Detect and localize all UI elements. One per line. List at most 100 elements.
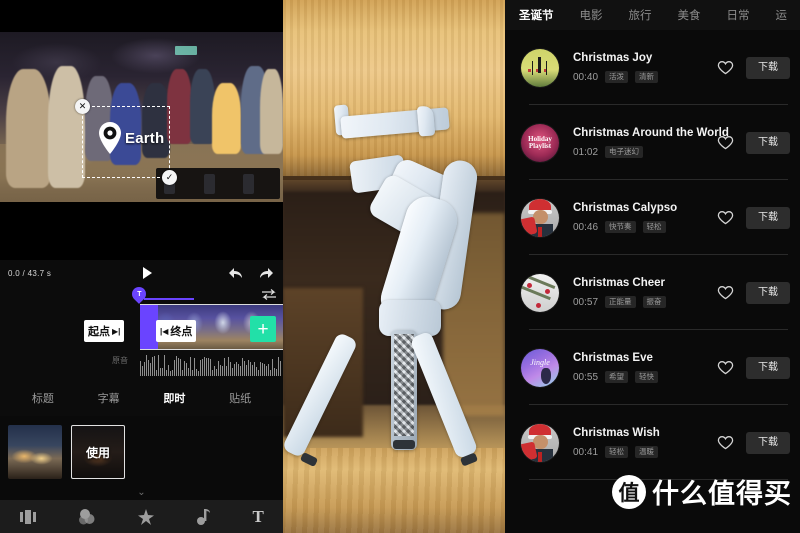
album-art[interactable]: [521, 198, 559, 237]
download-button[interactable]: 下载: [746, 56, 790, 79]
waveform-bar: [192, 369, 193, 376]
download-button[interactable]: 下载: [746, 281, 790, 304]
category-tab-4[interactable]: 日常: [727, 7, 750, 23]
category-tab-3[interactable]: 美食: [678, 7, 701, 23]
effect-thumbnail-selected[interactable]: 使用: [71, 425, 125, 479]
music-track-row[interactable]: Christmas Wish 00:41 轻松 温暖 下载: [505, 405, 800, 480]
add-clip-button[interactable]: +: [250, 316, 276, 342]
trim-start-handle[interactable]: 起点 ▶|: [84, 320, 125, 342]
waveform-bar: [180, 359, 181, 376]
waveform-bar: [154, 356, 155, 376]
text-clip-bar[interactable]: [144, 298, 194, 300]
track-tag[interactable]: 振奋: [642, 296, 666, 308]
waveform-bar: [232, 367, 233, 376]
track-subline: 00:57 正能量 振奋: [573, 296, 717, 308]
waveform-bar: [262, 362, 263, 376]
music-track-row[interactable]: Christmas Calypso 00:46 快节奏 轻松 下载: [505, 180, 800, 255]
heart-outline-icon[interactable]: [717, 210, 734, 225]
track-tag[interactable]: 电子迷幻: [605, 146, 644, 158]
waveform-bar: [264, 363, 265, 376]
track-tag[interactable]: 温暖: [635, 446, 659, 458]
download-button[interactable]: 下载: [746, 356, 790, 379]
waveform-bar: [240, 366, 241, 376]
heart-outline-icon[interactable]: [717, 435, 734, 450]
heart-outline-icon[interactable]: [717, 360, 734, 375]
download-button[interactable]: 下载: [746, 206, 790, 229]
category-tab-2[interactable]: 旅行: [629, 7, 652, 23]
track-tag[interactable]: 清新: [635, 71, 659, 83]
waveform-bar: [258, 369, 259, 376]
track-tag[interactable]: 快节奏: [605, 221, 636, 233]
undo-icon[interactable]: [227, 266, 243, 280]
track-title: Christmas Joy: [573, 52, 653, 65]
waveform-bar: [256, 367, 257, 376]
music-track-row[interactable]: Christmas Joy 00:40 活泼 清新 下载: [505, 30, 800, 105]
effect-tab-3[interactable]: 贴纸: [229, 390, 251, 406]
effect-thumbnail[interactable]: [8, 425, 62, 479]
album-art[interactable]: [521, 423, 559, 462]
clip-edit-icon[interactable]: [19, 507, 39, 527]
track-tag[interactable]: 活泼: [605, 71, 629, 83]
effects-sparkle-icon[interactable]: [136, 507, 156, 527]
category-tab-0[interactable]: 圣诞节: [519, 7, 554, 23]
text-overlay-selection[interactable]: ✕ ✓ Earth: [75, 99, 177, 185]
waveform-bar: [182, 370, 183, 376]
track-tag[interactable]: 轻快: [635, 371, 659, 383]
close-icon[interactable]: ✕: [75, 99, 90, 114]
swap-arrows-icon[interactable]: [261, 287, 276, 300]
track-tag[interactable]: 轻松: [605, 446, 629, 458]
waveform-bar: [158, 355, 159, 376]
download-button[interactable]: 下载: [746, 431, 790, 454]
track-title: Christmas Calypso: [573, 202, 678, 215]
play-button[interactable]: [68, 267, 227, 279]
track-tag[interactable]: 轻松: [642, 221, 666, 233]
watermark-text: 什么值得买: [652, 479, 792, 509]
text-clip-marker[interactable]: T: [129, 284, 149, 304]
waveform-bar: [174, 360, 175, 376]
chevron-double-down-icon[interactable]: ⌄: [0, 487, 283, 498]
album-art[interactable]: [521, 348, 559, 387]
album-art[interactable]: [521, 273, 559, 312]
filter-icon[interactable]: [77, 507, 97, 527]
heart-outline-icon[interactable]: [717, 135, 734, 150]
heart-outline-icon[interactable]: [717, 285, 734, 300]
download-button[interactable]: 下载: [746, 131, 790, 154]
text-track-row[interactable]: T: [0, 284, 283, 304]
location-sticker[interactable]: Earth: [97, 121, 164, 155]
track-meta: Christmas Around the World 01:02 电子迷幻: [559, 127, 729, 158]
album-art[interactable]: [521, 48, 559, 87]
play-icon: [143, 267, 152, 279]
track-tag[interactable]: 正能量: [605, 296, 636, 308]
chevron-left-icon: |◀: [160, 326, 169, 336]
waveform-bar: [268, 363, 269, 376]
waveform-bar: [186, 363, 187, 376]
effect-tab-2[interactable]: 即时: [163, 390, 185, 406]
video-preview[interactable]: ✕ ✓ Earth: [0, 0, 283, 260]
category-tab-1[interactable]: 电影: [580, 7, 603, 23]
category-tab-5[interactable]: 运: [776, 7, 788, 23]
music-track-row[interactable]: Christmas Cheer 00:57 正能量 振奋 下载: [505, 255, 800, 330]
music-track-row[interactable]: Christmas Eve 00:55 希望轻快 下载: [505, 330, 800, 405]
effect-tab-0[interactable]: 标题: [32, 390, 54, 406]
music-note-icon[interactable]: [194, 507, 214, 527]
effect-tab-1[interactable]: 字幕: [98, 390, 120, 406]
tripod-leg: [283, 331, 359, 459]
product-photo: [283, 0, 505, 533]
waveform-bar: [214, 365, 215, 376]
track-duration: 01:02: [573, 146, 599, 158]
check-icon[interactable]: ✓: [162, 170, 177, 185]
track-subline: 00:55 希望 轻快: [573, 371, 717, 383]
track-tag[interactable]: 希望: [605, 371, 629, 383]
effect-item-panel: 使用 ⌄: [0, 416, 283, 504]
redo-icon[interactable]: [259, 266, 275, 280]
trim-end-handle[interactable]: |◀ 终点: [156, 320, 197, 342]
album-art[interactable]: [521, 123, 559, 162]
music-track-row[interactable]: Christmas Around the World 01:02 电子迷幻 下载: [505, 105, 800, 180]
waveform-bar: [226, 366, 227, 376]
waveform-bar: [140, 361, 141, 376]
text-icon[interactable]: T: [252, 507, 263, 527]
heart-outline-icon[interactable]: [717, 60, 734, 75]
video-track-row[interactable]: 起点 ▶| |◀ 终点 + 原音: [0, 302, 283, 380]
audio-waveform[interactable]: [140, 354, 283, 376]
waveform-bar: [254, 361, 255, 376]
